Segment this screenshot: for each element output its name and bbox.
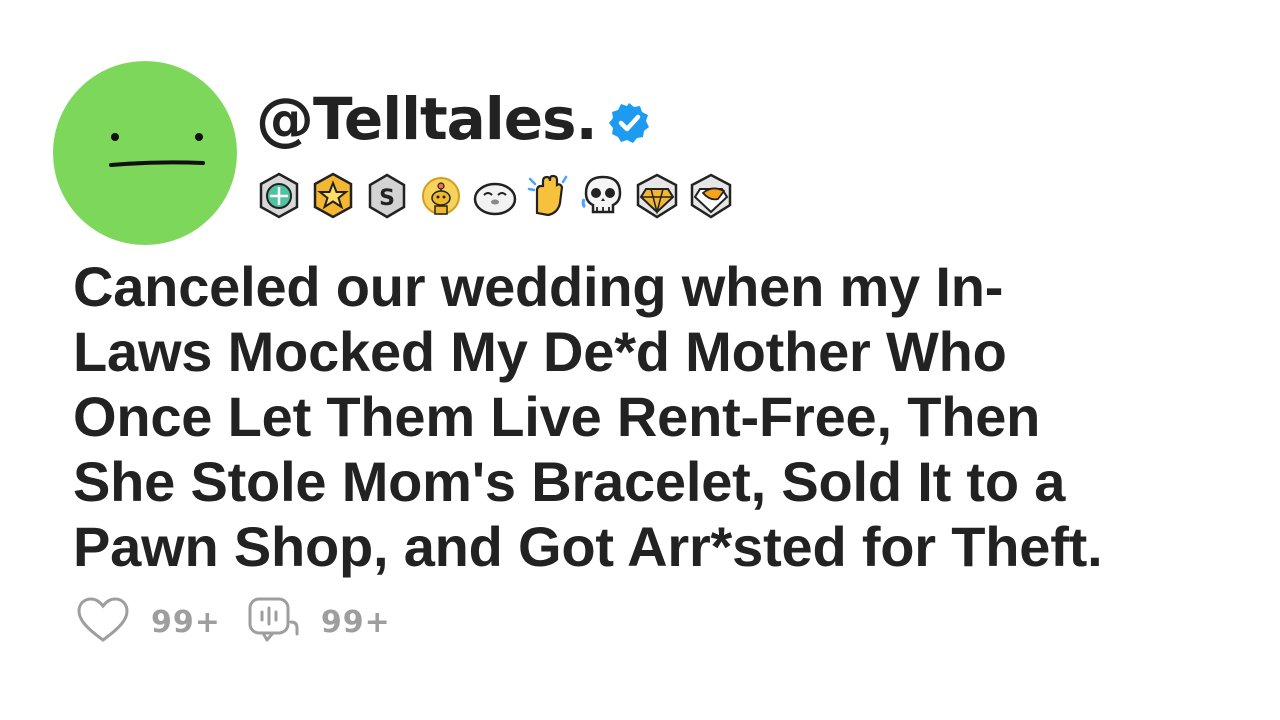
comments-count: 99+ bbox=[320, 604, 391, 640]
reddit-gold-icon bbox=[418, 171, 464, 221]
post-title-line: Pawn Shop, and Got Arr*sted for Theft. bbox=[73, 515, 1103, 578]
avatar-face-icon bbox=[109, 133, 205, 167]
clapping-hands-icon bbox=[526, 171, 572, 221]
post-title-line: Laws Mocked My De*d Mother Who bbox=[73, 320, 1007, 383]
post-title-line: Canceled our wedding when my In- bbox=[73, 255, 1004, 318]
star-badge-icon bbox=[310, 171, 356, 221]
post-title[interactable]: Canceled our wedding when my In- Laws Mo… bbox=[73, 254, 1278, 579]
comment-icon[interactable] bbox=[245, 594, 301, 650]
svg-text:S: S bbox=[379, 186, 395, 211]
verified-badge-icon bbox=[608, 103, 649, 143]
likes-count: 99+ bbox=[151, 604, 221, 640]
seal-icon bbox=[472, 171, 518, 221]
post-title-line: Once Let Them Live Rent-Free, Then bbox=[73, 385, 1041, 448]
duck-gem-badge-icon bbox=[688, 171, 734, 221]
post-stats: 99+ 99+ bbox=[75, 594, 415, 650]
helpful-badge-icon bbox=[256, 171, 302, 221]
avatar[interactable] bbox=[53, 61, 237, 245]
post-title-line: She Stole Mom's Bracelet, Sold It to a bbox=[73, 450, 1066, 513]
laughing-skull-icon bbox=[580, 171, 626, 221]
award-badges: S bbox=[256, 168, 742, 224]
author-row: @Telltales. bbox=[256, 84, 651, 154]
gold-gem-badge-icon bbox=[634, 171, 680, 221]
username[interactable]: @Telltales. bbox=[256, 90, 598, 148]
heart-icon[interactable] bbox=[75, 594, 131, 650]
s-badge-icon: S bbox=[364, 171, 410, 221]
